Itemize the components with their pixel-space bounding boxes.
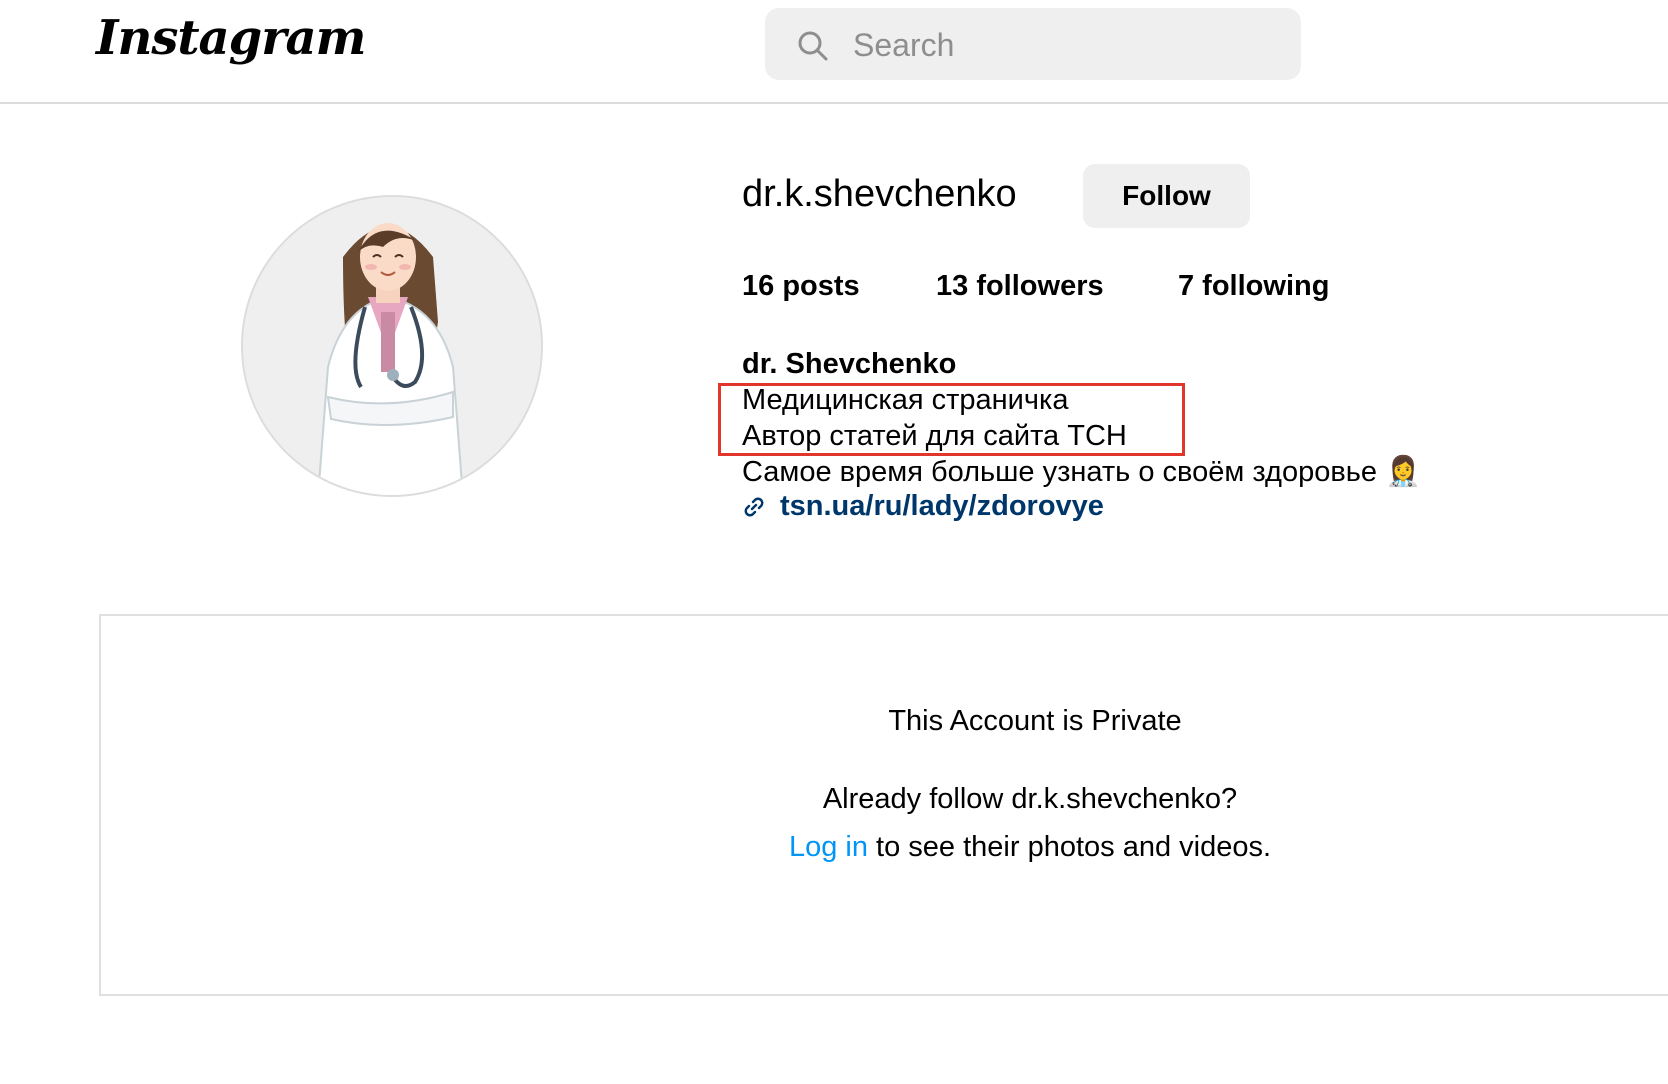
bio-link-text[interactable]: tsn.ua/ru/lady/zdorovye — [780, 490, 1104, 522]
following-count[interactable]: 7 following — [1178, 270, 1329, 303]
top-navigation-bar: Instagram — [0, 0, 1668, 104]
private-account-message: Already follow dr.k.shevchenko? Log in t… — [780, 775, 1280, 871]
search-input[interactable] — [851, 22, 1275, 68]
highlight-annotation-box — [718, 383, 1185, 456]
doctor-avatar — [243, 197, 541, 495]
login-prompt-rest: to see their photos and videos. — [867, 831, 1272, 863]
bio-external-link[interactable]: tsn.ua/ru/lady/zdorovye — [742, 490, 1104, 523]
login-prompt: Log in to see their photos and videos. — [780, 823, 1280, 871]
instagram-logo[interactable]: Instagram — [96, 10, 366, 66]
profile-avatar[interactable] — [241, 195, 543, 497]
search-box[interactable] — [765, 8, 1301, 80]
posts-count[interactable]: 16 posts — [742, 270, 860, 303]
profile-username: dr.k.shevchenko — [742, 173, 1017, 215]
already-follow-text: Already follow dr.k.shevchenko? — [822, 783, 1238, 815]
bio-line: Самое время больше узнать о своём здоров… — [742, 456, 1422, 488]
private-account-title: This Account is Private — [888, 705, 1182, 737]
search-icon — [798, 31, 828, 61]
link-icon — [744, 497, 764, 517]
profile-full-name: dr. Shevchenko — [742, 348, 957, 380]
follow-button[interactable]: Follow — [1083, 164, 1250, 228]
followers-count[interactable]: 13 followers — [936, 270, 1104, 303]
login-link[interactable]: Log in — [789, 831, 868, 863]
